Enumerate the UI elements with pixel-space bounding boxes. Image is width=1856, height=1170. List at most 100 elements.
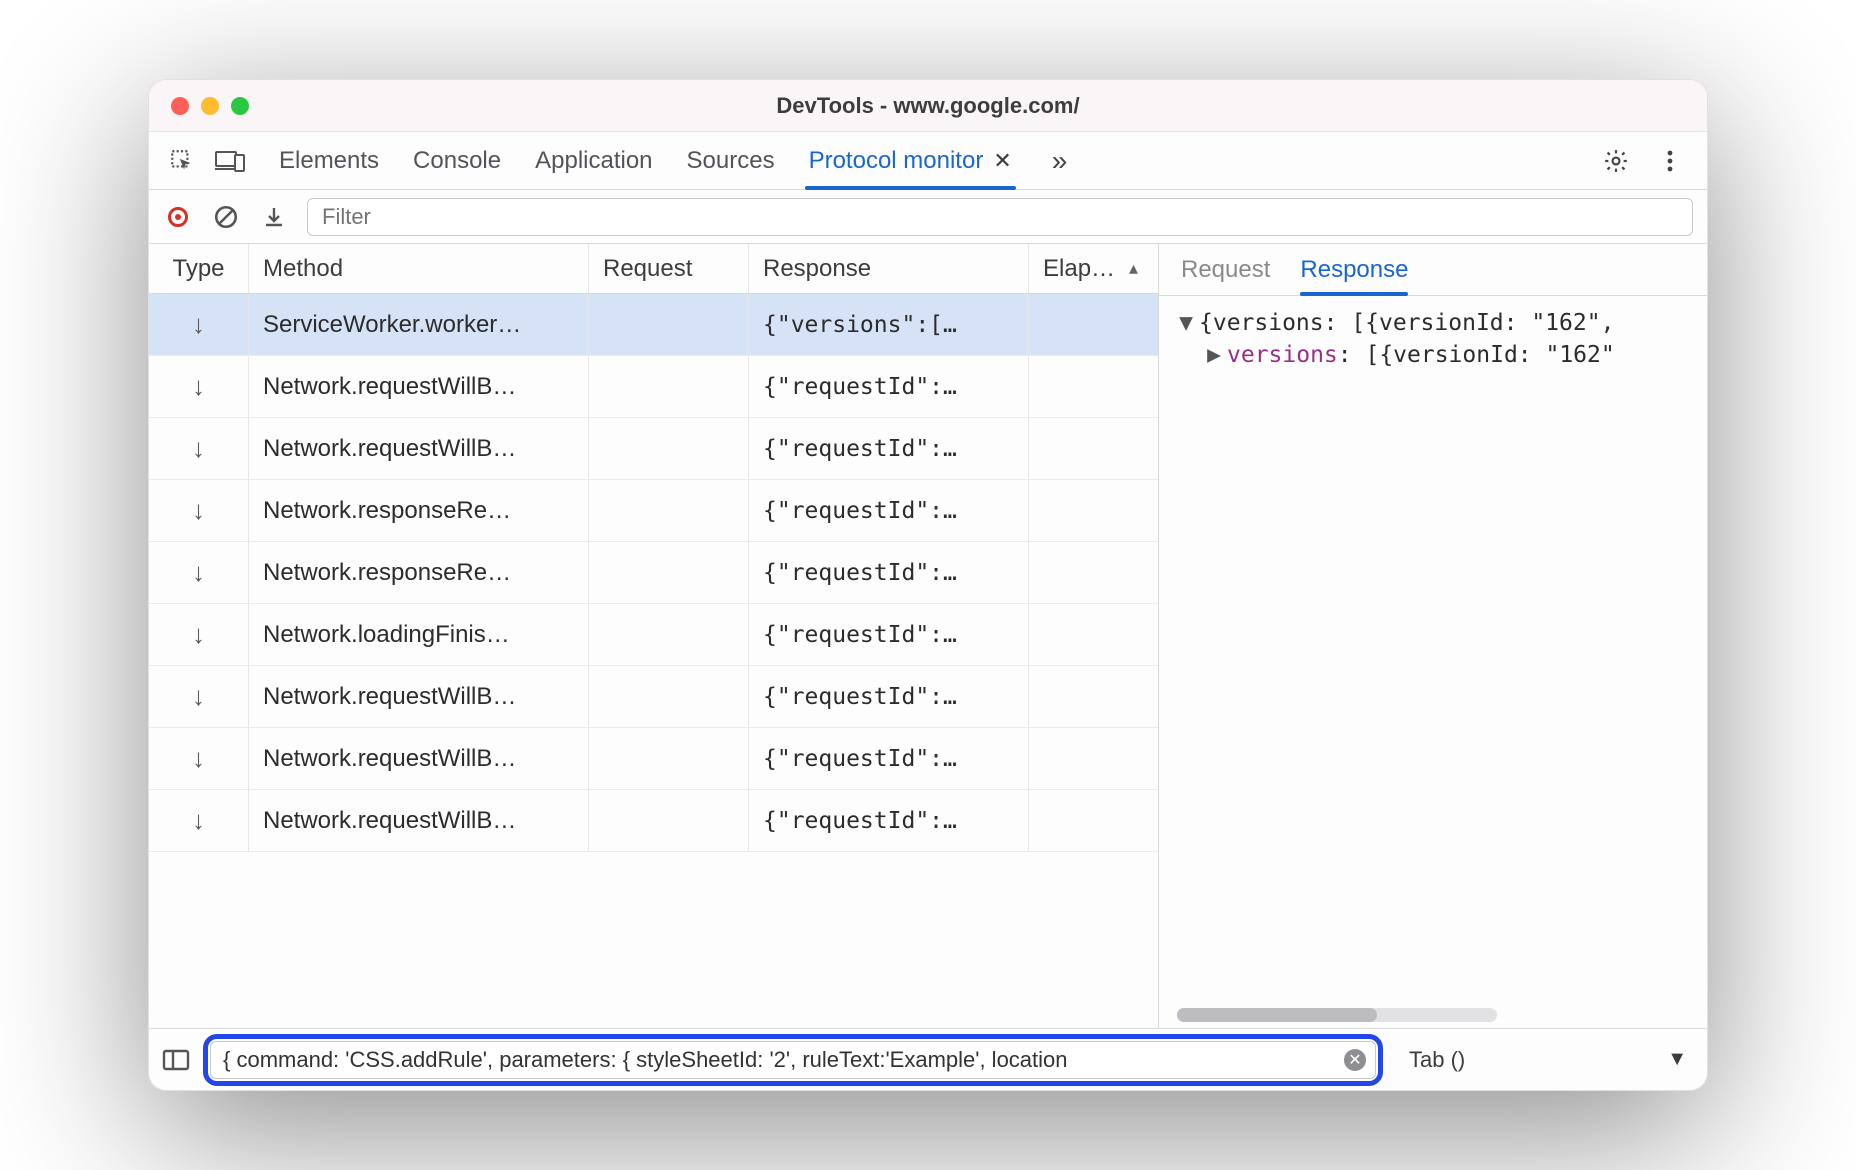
cell-elapsed xyxy=(1029,294,1158,355)
th-elapsed[interactable]: Elap… ▴ xyxy=(1029,244,1158,293)
command-highlight-box: ✕ xyxy=(203,1034,1383,1086)
table-row[interactable]: ↓ Network.loadingFinis… {"requestId":… xyxy=(149,604,1158,666)
detail-body: ▼{versions: [{versionId: "162", ▶version… xyxy=(1159,296,1707,1028)
cell-request xyxy=(589,356,749,417)
cell-response: {"requestId":… xyxy=(749,666,1029,727)
save-icon[interactable] xyxy=(259,202,289,232)
devtools-window: DevTools - www.google.com/ Elements Cons… xyxy=(148,79,1708,1091)
cell-response: {"requestId":… xyxy=(749,728,1029,789)
cell-elapsed xyxy=(1029,728,1158,789)
disclosure-open-icon[interactable]: ▼ xyxy=(1177,310,1195,336)
filter-input[interactable] xyxy=(307,198,1693,236)
inspect-element-icon[interactable] xyxy=(161,140,203,182)
tab-sources[interactable]: Sources xyxy=(687,132,775,189)
arrow-down-icon: ↓ xyxy=(192,557,205,588)
cell-method: Network.requestWillB… xyxy=(249,666,589,727)
th-request[interactable]: Request xyxy=(589,244,749,293)
message-table: Type Method Request Response Elap… ▴ ↓Se… xyxy=(149,244,1159,1028)
arrow-down-icon: ↓ xyxy=(192,805,205,836)
command-input[interactable] xyxy=(210,1041,1376,1079)
table-header: Type Method Request Response Elap… ▴ xyxy=(149,244,1158,294)
arrow-down-icon: ↓ xyxy=(192,681,205,712)
table-row[interactable]: ↓Network.responseRe…{"requestId":… xyxy=(149,480,1158,542)
dropdown-icon[interactable]: ▼ xyxy=(1667,1048,1687,1071)
table-row[interactable]: ↓Network.requestWillB…{"requestId":… xyxy=(149,418,1158,480)
disclosure-closed-icon[interactable]: ▶ xyxy=(1205,342,1223,368)
cell-method: Network.responseRe… xyxy=(249,542,589,603)
cell-elapsed xyxy=(1029,480,1158,541)
cell-type: ↓ xyxy=(149,604,249,665)
detail-tabs: Request Response xyxy=(1159,244,1707,296)
bottom-bar: ✕ Tab () ▼ xyxy=(149,1028,1707,1090)
cell-request xyxy=(589,604,749,665)
cell-request xyxy=(589,666,749,727)
clear-input-icon[interactable]: ✕ xyxy=(1344,1049,1366,1071)
table-row[interactable]: ↓Network.requestWillB…{"requestId":… xyxy=(149,728,1158,790)
devtools-tabstrip: Elements Console Application Sources Pro… xyxy=(149,132,1707,190)
detail-pane: Request Response ▼{versions: [{versionId… xyxy=(1159,244,1707,1028)
main-area: Type Method Request Response Elap… ▴ ↓Se… xyxy=(149,244,1707,1028)
arrow-down-icon: ↓ xyxy=(192,743,205,774)
cell-elapsed xyxy=(1029,356,1158,417)
cell-response: {"requestId":… xyxy=(749,418,1029,479)
cell-elapsed xyxy=(1029,790,1158,851)
cell-request xyxy=(589,294,749,355)
cell-method: Network.requestWillB… xyxy=(249,790,589,851)
cell-method: Network.loadingFinis… xyxy=(249,604,589,665)
th-type[interactable]: Type xyxy=(149,244,249,293)
table-row[interactable]: ↓ Network.requestWillB… {"requestId":… xyxy=(149,666,1158,728)
titlebar: DevTools - www.google.com/ xyxy=(149,80,1707,132)
cell-type: ↓ xyxy=(149,356,249,417)
arrow-down-icon: ↓ xyxy=(192,619,205,650)
clear-log-icon[interactable] xyxy=(211,202,241,232)
tab-elements[interactable]: Elements xyxy=(279,132,379,189)
sort-asc-icon: ▴ xyxy=(1129,258,1138,279)
horizontal-scrollbar[interactable] xyxy=(1177,1008,1497,1022)
settings-gear-icon[interactable] xyxy=(1595,140,1637,182)
th-response[interactable]: Response xyxy=(749,244,1029,293)
cell-response: {"requestId":… xyxy=(749,604,1029,665)
cell-type: ↓ xyxy=(149,294,249,355)
cell-response: {"requestId":… xyxy=(749,790,1029,851)
tree-child[interactable]: ▶versions: [{versionId: "162" xyxy=(1177,342,1689,368)
th-method[interactable]: Method xyxy=(249,244,589,293)
cell-elapsed xyxy=(1029,542,1158,603)
cell-type: ↓ xyxy=(149,728,249,789)
record-icon[interactable] xyxy=(163,202,193,232)
tab-console[interactable]: Console xyxy=(413,132,501,189)
cell-elapsed xyxy=(1029,666,1158,727)
detail-tab-request[interactable]: Request xyxy=(1181,244,1270,295)
window-title: DevTools - www.google.com/ xyxy=(149,93,1707,119)
zoom-window-button[interactable] xyxy=(231,97,249,115)
tab-application[interactable]: Application xyxy=(535,132,652,189)
table-row[interactable]: ↓ Network.requestWillB… {"requestId":… xyxy=(149,790,1158,852)
close-tab-icon[interactable]: ✕ xyxy=(993,148,1011,174)
cell-type: ↓ xyxy=(149,666,249,727)
table-row[interactable]: ↓ServiceWorker.worker…{"versions":[… xyxy=(149,294,1158,356)
tree-root[interactable]: ▼{versions: [{versionId: "162", xyxy=(1177,310,1689,336)
table-row[interactable]: ↓Network.requestWillB…{"requestId":… xyxy=(149,356,1158,418)
cell-request xyxy=(589,790,749,851)
panel-toggle-icon[interactable] xyxy=(159,1045,193,1075)
cell-response: {"versions":[… xyxy=(749,294,1029,355)
cell-request xyxy=(589,480,749,541)
device-toolbar-icon[interactable] xyxy=(209,140,251,182)
tab-protocol-monitor[interactable]: Protocol monitor ✕ xyxy=(809,132,1012,189)
cell-response: {"requestId":… xyxy=(749,542,1029,603)
more-tabs-icon[interactable]: » xyxy=(1052,145,1068,177)
table-row[interactable]: ↓ Network.responseRe… {"requestId":… xyxy=(149,542,1158,604)
protocol-toolbar xyxy=(149,190,1707,244)
minimize-window-button[interactable] xyxy=(201,97,219,115)
window-controls xyxy=(149,97,249,115)
cell-type: ↓ xyxy=(149,542,249,603)
arrow-down-icon: ↓ xyxy=(192,371,205,402)
close-window-button[interactable] xyxy=(171,97,189,115)
cell-method: Network.requestWillB… xyxy=(249,356,589,417)
cell-type: ↓ xyxy=(149,790,249,851)
cell-elapsed xyxy=(1029,604,1158,665)
cell-response: {"requestId":… xyxy=(749,480,1029,541)
detail-tab-response[interactable]: Response xyxy=(1300,244,1408,295)
kebab-menu-icon[interactable] xyxy=(1649,140,1691,182)
cell-request xyxy=(589,418,749,479)
cell-request xyxy=(589,728,749,789)
